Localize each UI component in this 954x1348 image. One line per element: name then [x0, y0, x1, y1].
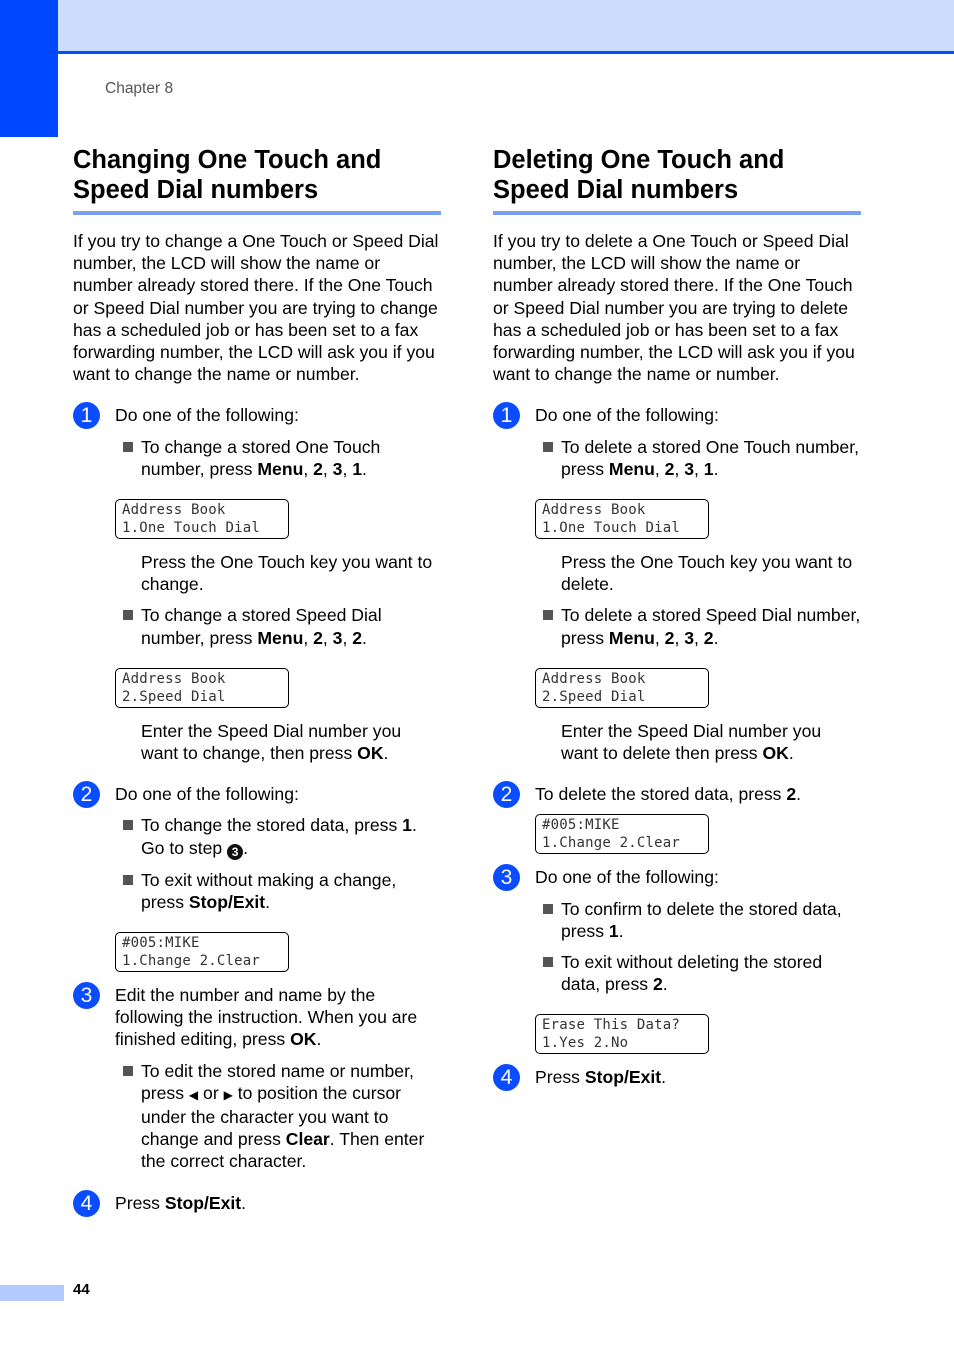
page-number-tab — [0, 1285, 64, 1301]
bullet-item: To exit without deleting the stored data… — [535, 951, 861, 995]
step-text: To delete the stored data, press 2. — [535, 784, 802, 805]
step-1: 1 Do one of the following: To change a s… — [73, 402, 441, 764]
bullet-item: To change a stored Speed Dial number, pr… — [115, 604, 441, 648]
key-label: Menu — [608, 458, 655, 479]
right-arrow-icon: ▶ — [223, 1087, 233, 1102]
key-label: Menu — [257, 458, 304, 479]
lcd-display: Address Book 2.Speed Dial — [535, 667, 709, 708]
bullet-item: To change a stored One Touch number, pre… — [115, 436, 441, 480]
key-label: Stop/Exit — [584, 1067, 662, 1088]
section-title-changing: Changing One Touch and Speed Dial number… — [73, 145, 441, 215]
step-reference-icon: 3 — [227, 843, 244, 860]
note-text: Press the One Touch key you want to dele… — [561, 552, 853, 595]
step-number-icon: 3 — [493, 864, 520, 892]
key-label: 2 — [664, 458, 675, 479]
page-number: 44 — [73, 1281, 90, 1298]
note-text: Enter the Speed Dial number you want to … — [561, 720, 822, 764]
bullet-item: To delete a stored One Touch number, pre… — [535, 436, 861, 480]
step-4: 4 Press Stop/Exit. — [493, 1064, 861, 1092]
step-text: Do one of the following: — [535, 867, 719, 888]
step-2: 2 Do one of the following: To change the… — [73, 781, 441, 973]
header-band — [58, 0, 954, 51]
step-2: 2 To delete the stored data, press 2. #0… — [493, 781, 861, 855]
step-number-icon: 1 — [493, 402, 520, 430]
lcd-display: Address Book 1.One Touch Dial — [115, 499, 289, 540]
key-label: OK — [762, 743, 789, 764]
step-1: 1 Do one of the following: To delete a s… — [493, 402, 861, 764]
bullet-item: To delete a stored Speed Dial number, pr… — [535, 604, 861, 648]
step-3: 3 Edit the number and name by the follow… — [73, 982, 441, 1173]
key-label: 1 — [608, 920, 619, 941]
step-number-icon: 4 — [493, 1064, 520, 1092]
bullet-item: To edit the stored name or number, press… — [115, 1060, 441, 1173]
key-label: Stop/Exit — [188, 891, 266, 912]
key-label: 2 — [652, 974, 663, 995]
lcd-display: Address Book 1.One Touch Dial — [535, 499, 709, 540]
bullet-item: To change the stored data, press 1. Go t… — [115, 814, 441, 860]
left-arrow-icon: ◀ — [188, 1087, 199, 1102]
lcd-display: Address Book 2.Speed Dial — [115, 667, 289, 708]
step-number-icon: 2 — [73, 781, 100, 809]
intro-paragraph: If you try to change a One Touch or Spee… — [73, 231, 439, 385]
key-label: 2 — [352, 627, 363, 648]
note-text: Press the One Touch key you want to chan… — [141, 552, 433, 595]
lcd-display: #005:MIKE 1.Change 2.Clear — [115, 932, 289, 973]
chapter-tab — [0, 0, 58, 137]
note-text: Enter the Speed Dial number you want to … — [141, 720, 402, 764]
step-number-icon: 1 — [73, 402, 100, 430]
step-text: Do one of the following: — [115, 784, 299, 805]
step-text: Do one of the following: — [535, 405, 719, 426]
key-label: Stop/Exit — [164, 1192, 242, 1213]
step-3: 3 Do one of the following: To confirm to… — [493, 864, 861, 1055]
lcd-display: #005:MIKE 1.Change 2.Clear — [535, 814, 709, 855]
step-4: 4 Press Stop/Exit. — [73, 1189, 441, 1217]
section-title-deleting: Deleting One Touch and Speed Dial number… — [493, 145, 861, 215]
step-text: Press Stop/Exit. — [115, 1192, 247, 1213]
key-label: 2 — [664, 627, 675, 648]
key-label: 3 — [684, 627, 695, 648]
key-label: 1 — [402, 815, 412, 836]
key-label: Menu — [257, 627, 304, 648]
chapter-label: Chapter 8 — [105, 80, 174, 97]
key-label: 2 — [703, 627, 714, 648]
header-rule — [58, 51, 954, 54]
changing-section: Changing One Touch and Speed Dial number… — [73, 145, 441, 1217]
key-label: 1 — [352, 458, 363, 479]
key-label: 3 — [684, 458, 695, 479]
step-number-icon: 3 — [73, 982, 100, 1010]
key-label: 2 — [313, 458, 323, 479]
key-label: OK — [357, 743, 384, 764]
step-text: Press Stop/Exit. — [535, 1067, 667, 1088]
key-label: Clear — [285, 1129, 330, 1150]
key-label: 3 — [332, 627, 343, 648]
key-label: 2 — [313, 627, 323, 648]
bullet-item: To exit without making a change, press S… — [115, 869, 441, 913]
step-number-icon: 2 — [493, 781, 520, 809]
step-text: Edit the number and name by the followin… — [115, 985, 418, 1050]
deleting-section: Deleting One Touch and Speed Dial number… — [493, 145, 861, 1092]
bullet-item: To confirm to delete the stored data, pr… — [535, 898, 861, 942]
step-text: Do one of the following: — [115, 405, 299, 426]
key-label: 1 — [703, 458, 714, 479]
step-number-icon: 4 — [73, 1189, 100, 1217]
lcd-display: Erase This Data? 1.Yes 2.No — [535, 1014, 709, 1055]
intro-paragraph: If you try to delete a One Touch or Spee… — [493, 231, 855, 385]
key-label: 3 — [332, 458, 343, 479]
key-label: 2 — [786, 784, 797, 805]
key-label: OK — [290, 1029, 317, 1050]
key-label: Menu — [608, 627, 655, 648]
